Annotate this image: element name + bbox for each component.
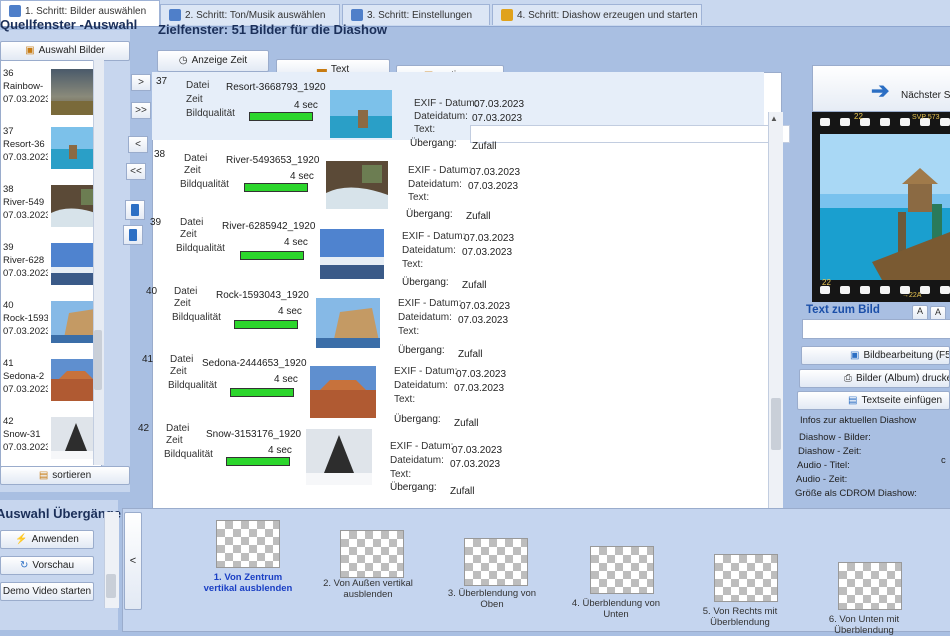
transition-field[interactable]	[470, 125, 790, 143]
images-icon	[9, 5, 21, 18]
film-hole	[880, 286, 890, 294]
select-images-button[interactable]: ▣ Auswahl Bilder	[0, 41, 130, 61]
transition-scroll-left-button[interactable]: <	[124, 512, 142, 610]
quality-bar	[226, 457, 290, 466]
preview-image	[812, 112, 950, 302]
tab-step-4[interactable]: 4. Schritt: Diashow erzeugen und starten	[492, 4, 702, 25]
sort-icon: ▤	[38, 470, 49, 481]
film-hole	[860, 286, 870, 294]
move-up-button[interactable]	[125, 200, 145, 220]
table-row[interactable]: 38 Datei River-5493653_1920 Zeit 4 sec B…	[150, 145, 762, 213]
image-edit-icon: ▣	[850, 350, 860, 361]
apply-button[interactable]: ⚡ Anwenden	[0, 530, 94, 549]
info-cdrom-size: Größe als CDROM Diashow:	[795, 488, 917, 499]
demo-video-button[interactable]: Demo Video starten	[0, 582, 94, 601]
film-hole	[880, 118, 890, 126]
target-panel-title: Zielfenster: 51 Bilder für die Diashow	[158, 22, 387, 37]
source-image-list[interactable]: 36 Rainbow- 07.03.2023 37 Resort-36 07.03.20…	[0, 60, 102, 467]
transition-label[interactable]: 1. Von Zentrum vertikal ausblenden	[198, 572, 298, 594]
image-edit-button[interactable]: ▣ Bildbearbeitung (F5)	[801, 346, 950, 365]
info-audio-time: Audio - Zeit:	[796, 474, 848, 485]
phone-icon	[131, 204, 139, 216]
lightning-icon	[501, 9, 513, 22]
image-text-input[interactable]	[802, 319, 950, 339]
row-thumbnail	[330, 90, 392, 138]
table-row[interactable]: 40 Datei Rock-1593043_1920 Zeit 4 sec Bi…	[142, 282, 754, 350]
move-down-button[interactable]	[123, 225, 143, 245]
transition-thumbnail[interactable]	[714, 554, 778, 602]
row-thumbnail	[306, 429, 372, 485]
film-hole	[820, 118, 830, 126]
transition-label[interactable]: 3. Überblendung von Oben	[442, 588, 542, 610]
add-all-button[interactable]: >>	[131, 102, 151, 119]
print-album-button[interactable]: ⎙ Bilder (Album) drucken	[799, 369, 950, 388]
table-row[interactable]: 42 Datei Snow-3153176_1920 Zeit 4 sec Bi…	[134, 419, 746, 487]
preview-button[interactable]: ↻ Vorschau	[0, 556, 94, 575]
remove-image-button[interactable]: <	[128, 136, 148, 153]
transition-thumbnail[interactable]	[590, 546, 654, 594]
transition-thumbnail[interactable]	[216, 520, 280, 568]
phone-icon	[129, 229, 137, 241]
row-thumbnail	[326, 161, 388, 209]
text-format-icon: A	[934, 307, 941, 317]
text-page-icon: ▤	[848, 395, 858, 406]
text-for-image-label: Text zum Bild	[806, 304, 880, 316]
film-hole	[920, 286, 930, 294]
film-hole	[940, 118, 950, 126]
transition-thumbnail[interactable]	[838, 562, 902, 610]
table-row[interactable]: 39 Datei River-6285942_1920 Zeit 4 sec B…	[146, 213, 758, 281]
printer-icon: ⎙	[844, 373, 852, 384]
target-list-scroll-thumb[interactable]	[771, 398, 781, 450]
film-hole	[820, 286, 830, 294]
text-format-icon: A	[916, 306, 923, 316]
arrow-right-icon: ➔	[871, 78, 890, 103]
source-list-scrollbar[interactable]	[93, 60, 104, 465]
transition-label[interactable]: 6. Von Unten mit Überblendung	[814, 614, 914, 636]
transitions-title: Auswahl Übergänge	[0, 506, 121, 521]
settings-icon	[351, 9, 363, 22]
remove-all-button[interactable]: <<	[126, 163, 146, 180]
quality-bar	[240, 251, 304, 260]
lightning-icon: ⚡	[15, 534, 28, 545]
info-time-value: c	[941, 455, 946, 466]
film-hole	[900, 118, 910, 126]
preview-filmstrip: 22 SVP 573 22 →22A	[812, 112, 950, 302]
next-step-button[interactable]: ➔ Nächster Schritt	[812, 65, 950, 112]
quality-bar	[230, 388, 294, 397]
quality-bar	[244, 183, 308, 192]
show-time-button[interactable]: ◷ Anzeige Zeit	[157, 50, 269, 72]
row-thumbnail	[316, 298, 380, 348]
transition-label[interactable]: 4. Überblendung von Unten	[566, 598, 666, 620]
quality-bar	[234, 320, 298, 329]
source-panel-title: Quellfenster -Auswahl	[0, 17, 138, 32]
info-images: Diashow - Bilder:	[799, 432, 871, 443]
scroll-up-arrow[interactable]: ▲	[770, 114, 778, 123]
transition-label[interactable]: 2. Von Außen vertikal ausblenden	[318, 578, 418, 600]
row-thumbnail	[310, 366, 376, 418]
source-list-scroll-thumb[interactable]	[94, 330, 102, 390]
clock-icon: ◷	[178, 55, 188, 66]
film-hole	[940, 286, 950, 294]
target-list-scrollbar[interactable]	[768, 112, 783, 530]
transition-thumbnail[interactable]	[464, 538, 528, 586]
transition-thumbnail[interactable]	[340, 530, 404, 578]
film-hole	[840, 286, 850, 294]
insert-text-page-button[interactable]: ▤ Textseite einfügen	[797, 391, 950, 410]
transition-scroll-thumb[interactable]	[106, 574, 116, 598]
info-title: Infos zur aktuellen Diashow	[800, 415, 917, 426]
table-row[interactable]: 41 Datei Sedona-2444653_1920 Zeit 4 sec …	[138, 350, 750, 418]
info-time: Diashow - Zeit:	[798, 446, 862, 457]
transition-label[interactable]: 5. Von Rechts mit Überblendung	[690, 606, 790, 628]
folder-icon: ▣	[25, 45, 35, 56]
source-sort-button[interactable]: ▤ sortieren	[0, 466, 130, 485]
add-image-button[interactable]: >	[131, 74, 151, 91]
info-audio-title: Audio - Titel:	[797, 460, 850, 471]
refresh-icon: ↻	[19, 560, 29, 571]
film-hole	[840, 118, 850, 126]
music-icon	[169, 9, 181, 22]
quality-bar	[249, 112, 313, 121]
row-thumbnail	[320, 229, 384, 279]
